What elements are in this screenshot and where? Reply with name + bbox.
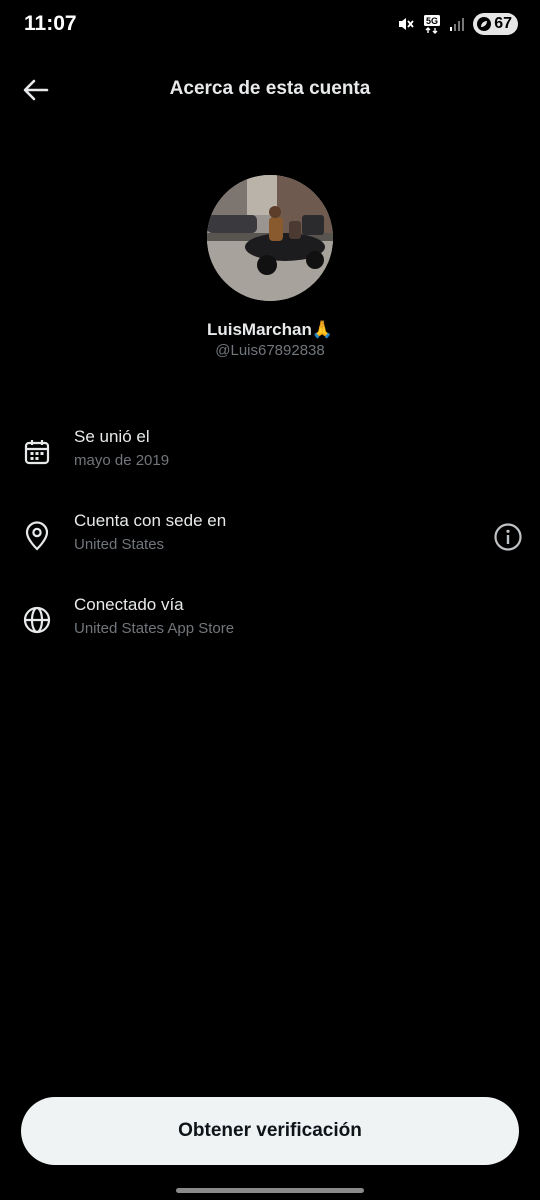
mute-icon xyxy=(397,15,415,33)
info-row-connected: Conectado vía United States App Store xyxy=(0,595,540,665)
5g-icon: 5G xyxy=(423,14,441,34)
signal-icon xyxy=(449,16,465,32)
info-icon xyxy=(494,523,522,551)
header: Acerca de esta cuenta xyxy=(0,60,540,120)
home-indicator[interactable] xyxy=(176,1188,364,1193)
globe-icon xyxy=(22,605,52,635)
info-value-connected: United States App Store xyxy=(74,620,235,637)
get-verified-button[interactable]: Obtener verificación xyxy=(21,1097,519,1165)
location-info-button[interactable] xyxy=(492,521,524,553)
info-row-joined: Se unió el mayo de 2019 xyxy=(0,427,540,497)
status-time: 11:07 xyxy=(24,12,77,35)
status-icons: 5G 67 xyxy=(397,13,518,35)
info-value-joined: mayo de 2019 xyxy=(74,452,170,469)
avatar-photo xyxy=(207,175,333,301)
info-title-joined: Se unió el xyxy=(74,427,150,446)
display-name: LuisMarchan🙏 xyxy=(206,320,334,339)
status-bar: 11:07 5G 67 xyxy=(0,0,540,48)
info-value-location: United States xyxy=(74,536,165,553)
info-title-location: Cuenta con sede en xyxy=(74,511,227,530)
handle: @Luis67892838 xyxy=(215,342,325,359)
location-pin-icon xyxy=(22,521,52,551)
page-title: Acerca de esta cuenta xyxy=(169,78,371,99)
screen: 11:07 5G 67 Acerca de esta cuenta LuisMa… xyxy=(0,0,540,1200)
leaf-icon xyxy=(477,17,492,31)
calendar-icon xyxy=(22,437,52,467)
avatar[interactable] xyxy=(207,175,333,301)
battery-level: 67 xyxy=(494,15,512,32)
network-label: 5G xyxy=(426,16,438,26)
info-row-location: Cuenta con sede en United States xyxy=(0,511,540,581)
info-title-connected: Conectado vía xyxy=(74,595,184,614)
battery-icon: 67 xyxy=(473,13,518,35)
